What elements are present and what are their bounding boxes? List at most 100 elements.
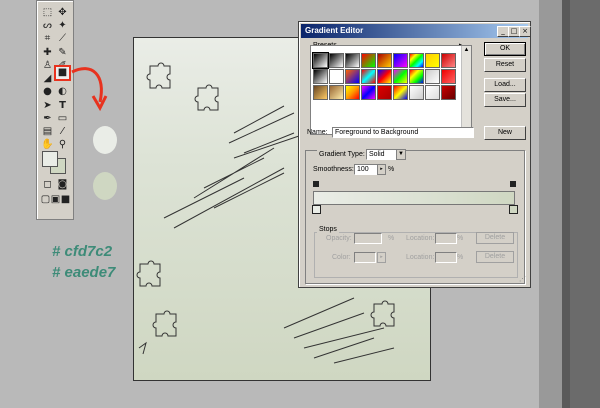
- chevron-down-icon[interactable]: ▼: [396, 149, 406, 160]
- opacity-stop-right-icon[interactable]: [510, 181, 516, 187]
- puzzle-piece: [194, 84, 219, 111]
- opacity-field[interactable]: [354, 233, 382, 244]
- blur-tool-icon[interactable]: ●: [41, 86, 54, 98]
- preset-swatch[interactable]: [393, 53, 408, 68]
- dialog-titlebar[interactable]: Gradient Editor _ □ ×: [301, 24, 531, 38]
- name-label: Name:: [307, 129, 328, 136]
- preset-swatch[interactable]: [441, 69, 456, 84]
- gradient-tool-icon[interactable]: ■: [54, 65, 71, 81]
- notes-tool-icon[interactable]: ▤: [41, 126, 54, 138]
- smoothness-arrow-icon[interactable]: ▸: [377, 164, 386, 175]
- smoothness-field[interactable]: 100: [354, 164, 378, 175]
- preset-swatch[interactable]: [329, 69, 344, 84]
- preset-swatch[interactable]: [313, 85, 328, 100]
- color-location-field[interactable]: [435, 252, 457, 263]
- gradient-type-label: Gradient Type:: [317, 150, 367, 160]
- color-stop-right-icon[interactable]: [509, 205, 518, 214]
- healing-brush-tool-icon[interactable]: ✚: [41, 47, 54, 59]
- scroll-up-icon[interactable]: ▲: [462, 46, 471, 54]
- puzzle-piece: [152, 310, 177, 337]
- preset-swatch[interactable]: [312, 52, 329, 69]
- preset-swatch[interactable]: [425, 69, 440, 84]
- marquee-tool-icon[interactable]: ⬚: [41, 7, 54, 19]
- preset-swatch[interactable]: [409, 85, 424, 100]
- opacity-location-field[interactable]: [435, 233, 457, 244]
- preset-swatch[interactable]: [361, 53, 376, 68]
- sketch-stroke: [138, 341, 147, 355]
- name-field[interactable]: Foreground to Background: [332, 127, 474, 138]
- opacity-location-unit: %: [457, 235, 464, 242]
- move-tool-icon[interactable]: ✥: [56, 7, 69, 19]
- slice-tool-icon[interactable]: ⟋: [56, 33, 69, 45]
- opacity-stop-left-icon[interactable]: [313, 181, 319, 187]
- standard-mode-icon[interactable]: ◻: [41, 179, 54, 191]
- preset-swatch[interactable]: [361, 85, 376, 100]
- quick-mask-icon[interactable]: ◙: [56, 179, 69, 191]
- preset-swatch[interactable]: [409, 69, 424, 84]
- presets-panel: ▲ ▼: [310, 45, 472, 135]
- gradient-editor-dialog: Gradient Editor _ □ × Presets ▸ ▲ ▼ OK R…: [298, 21, 531, 288]
- preset-swatch[interactable]: [425, 85, 440, 100]
- preset-swatch[interactable]: [345, 85, 360, 100]
- preset-swatch[interactable]: [345, 69, 360, 84]
- right-panel: [539, 0, 562, 408]
- preset-swatch[interactable]: [425, 53, 440, 68]
- close-icon[interactable]: ×: [519, 26, 531, 37]
- type-tool-icon[interactable]: T: [56, 100, 69, 112]
- load-button[interactable]: Load...: [484, 78, 526, 92]
- preset-swatch[interactable]: [329, 53, 344, 68]
- presets-scrollbar[interactable]: ▲ ▼: [461, 46, 471, 134]
- save-button[interactable]: Save...: [484, 93, 526, 107]
- preset-swatch[interactable]: [393, 85, 408, 100]
- sketch-stroke: [283, 297, 395, 364]
- preset-swatch-grid: [312, 52, 461, 113]
- hex-label-foreground: # eaede7: [52, 264, 116, 281]
- new-button[interactable]: New: [484, 126, 526, 140]
- color-arrow-icon[interactable]: ▸: [377, 252, 386, 263]
- shape-tool-icon[interactable]: ▭: [56, 113, 69, 125]
- opacity-delete-button[interactable]: Delete: [476, 232, 514, 244]
- path-selection-tool-icon[interactable]: ➤: [41, 100, 54, 112]
- clone-stamp-tool-icon[interactable]: ♙: [41, 60, 54, 72]
- ok-button[interactable]: OK: [484, 42, 526, 56]
- color-delete-button[interactable]: Delete: [476, 251, 514, 263]
- preset-swatch[interactable]: [377, 53, 392, 68]
- dialog-title: Gradient Editor: [305, 26, 364, 35]
- hex-label-background: # cfd7c2: [52, 243, 113, 260]
- preset-swatch[interactable]: [441, 85, 456, 100]
- eraser-tool-icon[interactable]: ◢: [41, 73, 54, 85]
- preset-swatch[interactable]: [345, 53, 360, 68]
- opacity-location-label: Location:: [406, 235, 435, 242]
- crop-tool-icon[interactable]: ⌗: [41, 33, 54, 45]
- reset-button[interactable]: Reset: [484, 58, 526, 72]
- color-swatch-field[interactable]: [354, 252, 376, 263]
- zoom-tool-icon[interactable]: ⚲: [56, 139, 69, 151]
- preset-swatch[interactable]: [409, 53, 424, 68]
- brush-tool-icon[interactable]: ✎: [56, 47, 69, 59]
- preset-swatch[interactable]: [393, 69, 408, 84]
- puzzle-piece: [136, 260, 161, 287]
- magic-wand-tool-icon[interactable]: ✦: [56, 20, 69, 32]
- smoothness-label: Smoothness:: [313, 166, 354, 173]
- resize-grip-icon[interactable]: ⋰: [519, 276, 527, 284]
- foreground-color-swatch-top[interactable]: [42, 151, 58, 167]
- red-arrow-icon: [71, 67, 103, 103]
- eyedropper-tool-icon[interactable]: ⁄: [56, 126, 69, 138]
- preset-swatch[interactable]: [377, 85, 392, 100]
- pen-tool-icon[interactable]: ✒: [41, 113, 54, 125]
- preset-swatch[interactable]: [377, 69, 392, 84]
- gradient-preview-bar[interactable]: [313, 191, 515, 205]
- sketch-stroke: [163, 105, 300, 229]
- dodge-tool-icon[interactable]: ◐: [56, 86, 69, 98]
- preset-swatch[interactable]: [441, 53, 456, 68]
- screen-mode-3-icon[interactable]: ■: [59, 194, 72, 206]
- color-location-unit: %: [457, 254, 464, 261]
- hand-tool-icon[interactable]: ✋: [41, 139, 54, 151]
- lasso-tool-icon[interactable]: ᔕ: [41, 20, 54, 32]
- opacity-label: Opacity:: [326, 235, 352, 242]
- color-stop-left-icon[interactable]: [312, 205, 321, 214]
- preset-swatch[interactable]: [313, 69, 328, 84]
- puzzle-piece: [370, 300, 395, 327]
- preset-swatch[interactable]: [361, 69, 376, 84]
- preset-swatch[interactable]: [329, 85, 344, 100]
